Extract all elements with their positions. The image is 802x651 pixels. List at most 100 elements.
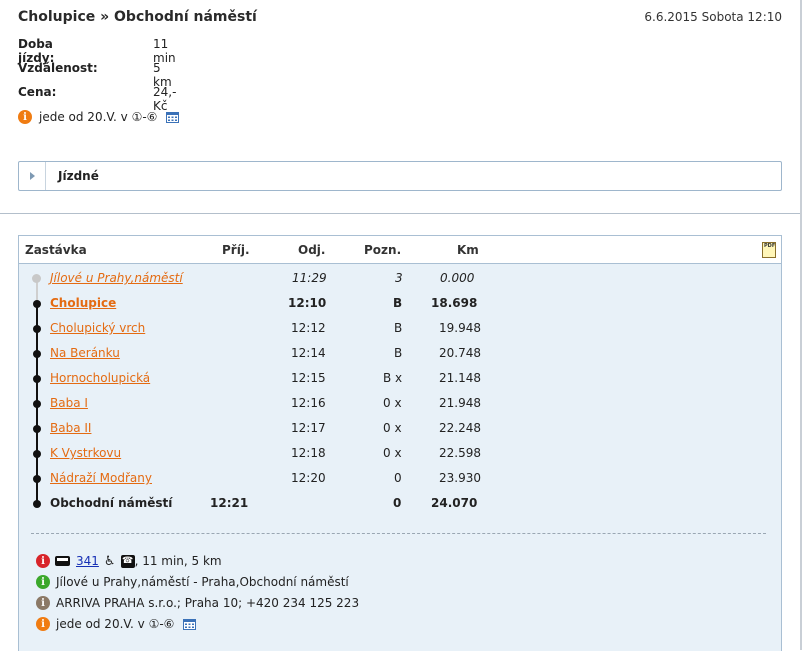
stop-marker: [33, 450, 41, 458]
stop-km: 24.070: [431, 496, 478, 510]
table-header: Zastávka Příj. Odj. Pozn. Km PDF: [19, 236, 781, 264]
column-header-arrival: Příj.: [222, 243, 250, 257]
connection-header: Cholupice » Obchodní náměstí 6.6.2015 So…: [18, 9, 782, 29]
calendar-icon[interactable]: [183, 618, 197, 630]
stop-marker: [32, 274, 41, 283]
stop-note: B x: [383, 371, 403, 385]
table-row: Baba II 12:17 0 x 22.248: [19, 416, 781, 441]
info-icon: i: [36, 596, 50, 610]
table-row: K Vystrkovu 12:18 0 x 22.598: [19, 441, 781, 466]
line-info-row: i 341 ♿ ☎ , 11 min, 5 km: [36, 553, 222, 569]
fares-label: Jízdné: [58, 169, 99, 183]
route-detail-panel: Zastávka Příj. Odj. Pozn. Km PDF Jílové …: [18, 235, 782, 651]
column-header-note: Pozn.: [364, 243, 402, 257]
phone-icon: ☎: [120, 554, 135, 568]
table-row: Hornocholupická 12:15 B x 21.148: [19, 366, 781, 391]
stop-marker: [33, 300, 41, 308]
stop-note: B: [394, 321, 403, 335]
info-icon: i: [36, 575, 50, 589]
stop-km: 21.148: [439, 371, 481, 385]
price-label: Cena:: [18, 85, 57, 99]
operator-info-row: i ARRIVA PRAHA s.r.o.; Praha 10; +420 23…: [36, 595, 359, 611]
stop-name: Obchodní náměstí: [50, 496, 173, 510]
stop-km: 20.748: [439, 346, 481, 360]
stop-km: 22.598: [439, 446, 481, 460]
stop-marker: [33, 500, 41, 508]
stop-link[interactable]: Baba II: [50, 421, 91, 435]
departure-time: 12:16: [291, 396, 326, 410]
stop-km: 0.000: [440, 271, 475, 285]
departure-time: 12:20: [291, 471, 326, 485]
stop-note: 0 x: [383, 446, 402, 460]
info-icon: i: [36, 554, 50, 568]
departure-time: 12:15: [291, 371, 326, 385]
pdf-icon[interactable]: PDF: [762, 242, 776, 258]
stop-note: 0: [394, 471, 402, 485]
stop-note: B: [394, 346, 403, 360]
stop-marker: [33, 425, 41, 433]
stop-link[interactable]: Jílové u Prahy,náměstí: [50, 271, 183, 285]
departure-time: 12:14: [291, 346, 326, 360]
column-header-departure: Odj.: [298, 243, 326, 257]
stop-note: B: [393, 296, 403, 310]
stop-link[interactable]: Cholupický vrch: [50, 321, 145, 335]
stop-note: 3: [395, 271, 403, 285]
page-title: Cholupice » Obchodní náměstí: [18, 9, 257, 25]
stop-marker: [33, 350, 41, 358]
column-header-stop: Zastávka: [25, 243, 87, 257]
table-row: Na Beránku 12:14 B 20.748: [19, 341, 781, 366]
stop-km: 21.948: [439, 396, 481, 410]
distance-label: Vzdálenost:: [18, 61, 98, 75]
arrival-time: 12:21: [210, 496, 249, 510]
stop-link[interactable]: K Vystrkovu: [50, 446, 121, 460]
line-number-link[interactable]: 341: [76, 554, 99, 568]
stop-km: 23.930: [439, 471, 481, 485]
operating-days-note: i jede od 20.V. v ①-⑥: [18, 109, 180, 125]
stop-link[interactable]: Hornocholupická: [50, 371, 150, 385]
operating-days-text: jede od 20.V. v ①-⑥: [56, 617, 175, 631]
stop-link[interactable]: Cholupice: [50, 296, 116, 310]
line-summary: , 11 min, 5 km: [134, 554, 222, 568]
operating-days-text: jede od 20.V. v ①-⑥: [39, 110, 158, 124]
chevron-right-icon: [30, 172, 35, 180]
info-icon: i: [18, 110, 32, 124]
departure-time: 12:17: [291, 421, 326, 435]
expand-toggle[interactable]: [19, 162, 46, 190]
table-row: Cholupice 12:10 B 18.698: [19, 291, 781, 316]
stop-marker: [33, 475, 41, 483]
stop-marker: [33, 375, 41, 383]
fares-expander[interactable]: Jízdné: [18, 161, 782, 191]
calendar-icon[interactable]: [166, 111, 180, 123]
table-row: Obchodní náměstí 12:21 0 24.070: [19, 491, 781, 516]
stop-km: 18.698: [431, 296, 478, 310]
stop-km: 22.248: [439, 421, 481, 435]
stop-marker: [33, 325, 41, 333]
stop-link[interactable]: Na Beránku: [50, 346, 120, 360]
operating-days-row: i jede od 20.V. v ①-⑥: [36, 616, 197, 632]
info-icon: i: [36, 617, 50, 631]
departure-time: 12:10: [288, 296, 327, 310]
bus-icon: [55, 556, 70, 566]
departure-time: 12:18: [291, 446, 326, 460]
stop-link[interactable]: Nádraží Modřany: [50, 471, 152, 485]
table-row: Cholupický vrch 12:12 B 19.948: [19, 316, 781, 341]
departure-time: 11:29: [292, 271, 327, 285]
stop-marker: [33, 400, 41, 408]
stop-km: 19.948: [439, 321, 481, 335]
route-text: Jílové u Prahy,náměstí - Praha,Obchodní …: [56, 575, 349, 589]
stop-note: 0 x: [383, 396, 402, 410]
departure-time: 12:12: [291, 321, 326, 335]
stop-link[interactable]: Baba I: [50, 396, 88, 410]
route-info-row: i Jílové u Prahy,náměstí - Praha,Obchodn…: [36, 574, 349, 590]
datetime-label: 6.6.2015 Sobota 12:10: [644, 10, 782, 24]
column-header-km: Km: [457, 243, 479, 257]
table-row: Nádraží Modřany 12:20 0 23.930: [19, 466, 781, 491]
operator-text: ARRIVA PRAHA s.r.o.; Praha 10; +420 234 …: [56, 596, 360, 610]
table-row: Baba I 12:16 0 x 21.948: [19, 391, 781, 416]
stop-note: 0 x: [383, 421, 402, 435]
stop-note: 0: [393, 496, 402, 510]
wheelchair-icon: ♿: [103, 553, 116, 569]
table-row: Jílové u Prahy,náměstí 11:29 3 0.000: [19, 266, 781, 291]
pdf-icon-label: PDF: [764, 243, 776, 249]
legend-divider: [31, 533, 766, 534]
